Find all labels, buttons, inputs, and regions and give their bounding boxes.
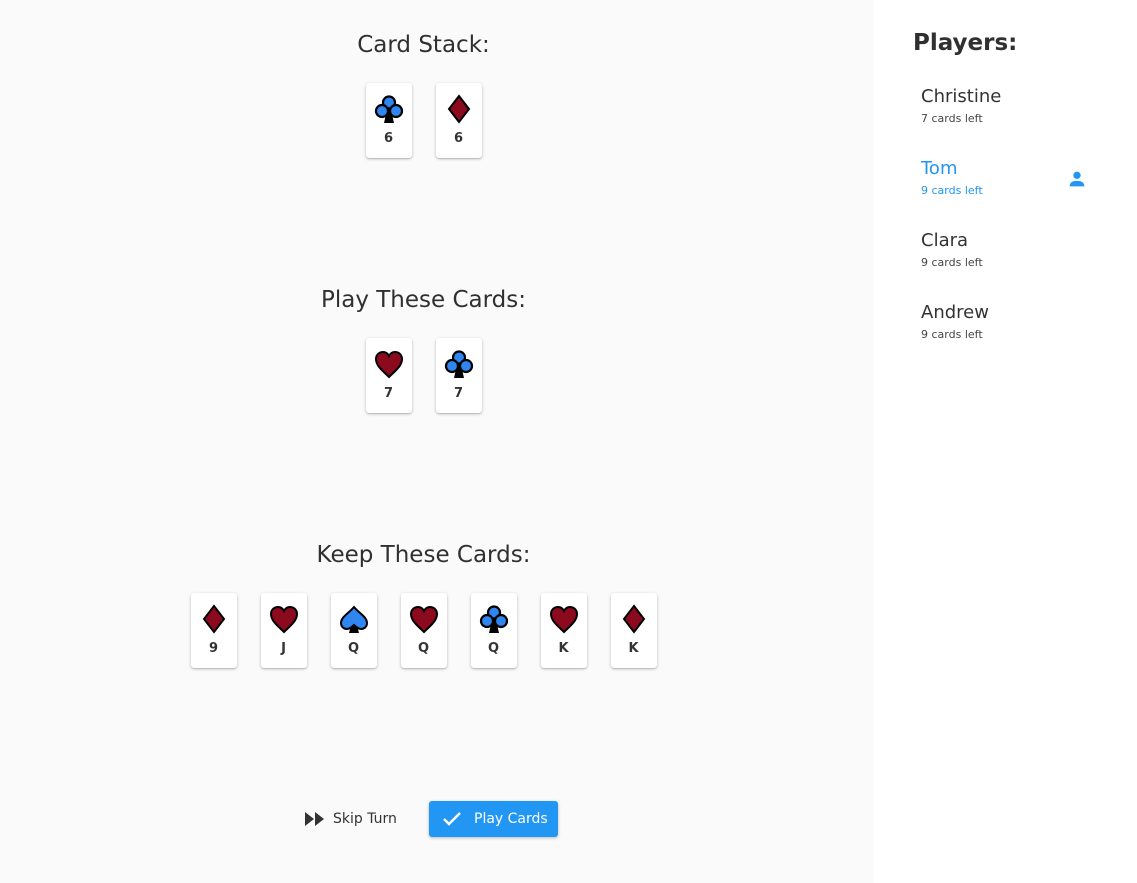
player-andrew[interactable]: Andrew 9 cards left: [921, 302, 1101, 352]
card-rank: Q: [487, 641, 500, 656]
check-icon: [443, 812, 461, 826]
diamonds-suit-icon: [622, 604, 645, 634]
player-cards-left: 7 cards left: [921, 111, 983, 125]
clubs-suit-icon: [374, 95, 403, 123]
playing-card[interactable]: 7: [435, 338, 482, 413]
fast-forward-icon: [305, 812, 324, 826]
skip-turn-label: Skip Turn: [333, 811, 397, 827]
hearts-suit-icon: [409, 605, 438, 634]
playing-card[interactable]: 6: [435, 83, 482, 158]
playing-card[interactable]: 9: [190, 593, 237, 668]
card-stack-title: Card Stack:: [357, 32, 490, 58]
player-name: Andrew: [921, 302, 989, 323]
playing-card[interactable]: K: [540, 593, 587, 668]
game-area: Card Stack: 66 Play These Cards: 77 Keep…: [0, 0, 873, 883]
player-name: Christine: [921, 86, 1002, 107]
player-christine[interactable]: Christine 7 cards left: [921, 86, 1101, 136]
player-clara[interactable]: Clara 9 cards left: [921, 230, 1101, 280]
diamonds-suit-icon: [202, 604, 225, 634]
playing-card[interactable]: Q: [470, 593, 517, 668]
clubs-suit-icon: [479, 605, 508, 633]
card-rank: K: [628, 641, 639, 656]
playing-card[interactable]: Q: [400, 593, 447, 668]
card-rank: 6: [453, 131, 464, 146]
card-rank: Q: [347, 641, 360, 656]
play-cards-row: 77: [0, 338, 847, 413]
spades-suit-icon: [339, 605, 368, 633]
keep-cards-row: 9 J Q Q Q K K: [0, 593, 847, 668]
card-stack-row: 66: [0, 83, 847, 158]
play-cards-label: Play Cards: [474, 811, 548, 827]
card-rank: 7: [453, 386, 464, 401]
player-cards-left: 9 cards left: [921, 255, 983, 269]
playing-card[interactable]: 6: [365, 83, 412, 158]
card-rank: Q: [417, 641, 430, 656]
card-rank: 6: [383, 131, 394, 146]
hearts-suit-icon: [269, 605, 298, 634]
diamonds-suit-icon: [447, 94, 470, 124]
playing-card[interactable]: 7: [365, 338, 412, 413]
keep-cards-title: Keep These Cards:: [316, 542, 531, 568]
card-rank: J: [281, 641, 286, 656]
player-name: Clara: [921, 230, 969, 251]
players-title: Players:: [913, 30, 1018, 56]
clubs-suit-icon: [444, 350, 473, 378]
card-rank: 9: [208, 641, 219, 656]
player-cards-left: 9 cards left: [921, 327, 983, 341]
skip-turn-button[interactable]: Skip Turn: [300, 801, 408, 837]
hearts-suit-icon: [374, 350, 403, 379]
play-cards-button[interactable]: Play Cards: [429, 801, 558, 837]
person-icon: [1069, 171, 1085, 187]
playing-card[interactable]: J: [260, 593, 307, 668]
card-rank: K: [558, 641, 569, 656]
playing-card[interactable]: K: [610, 593, 657, 668]
playing-card[interactable]: Q: [330, 593, 377, 668]
card-rank: 7: [383, 386, 394, 401]
play-cards-title: Play These Cards:: [320, 287, 527, 313]
hearts-suit-icon: [549, 605, 578, 634]
